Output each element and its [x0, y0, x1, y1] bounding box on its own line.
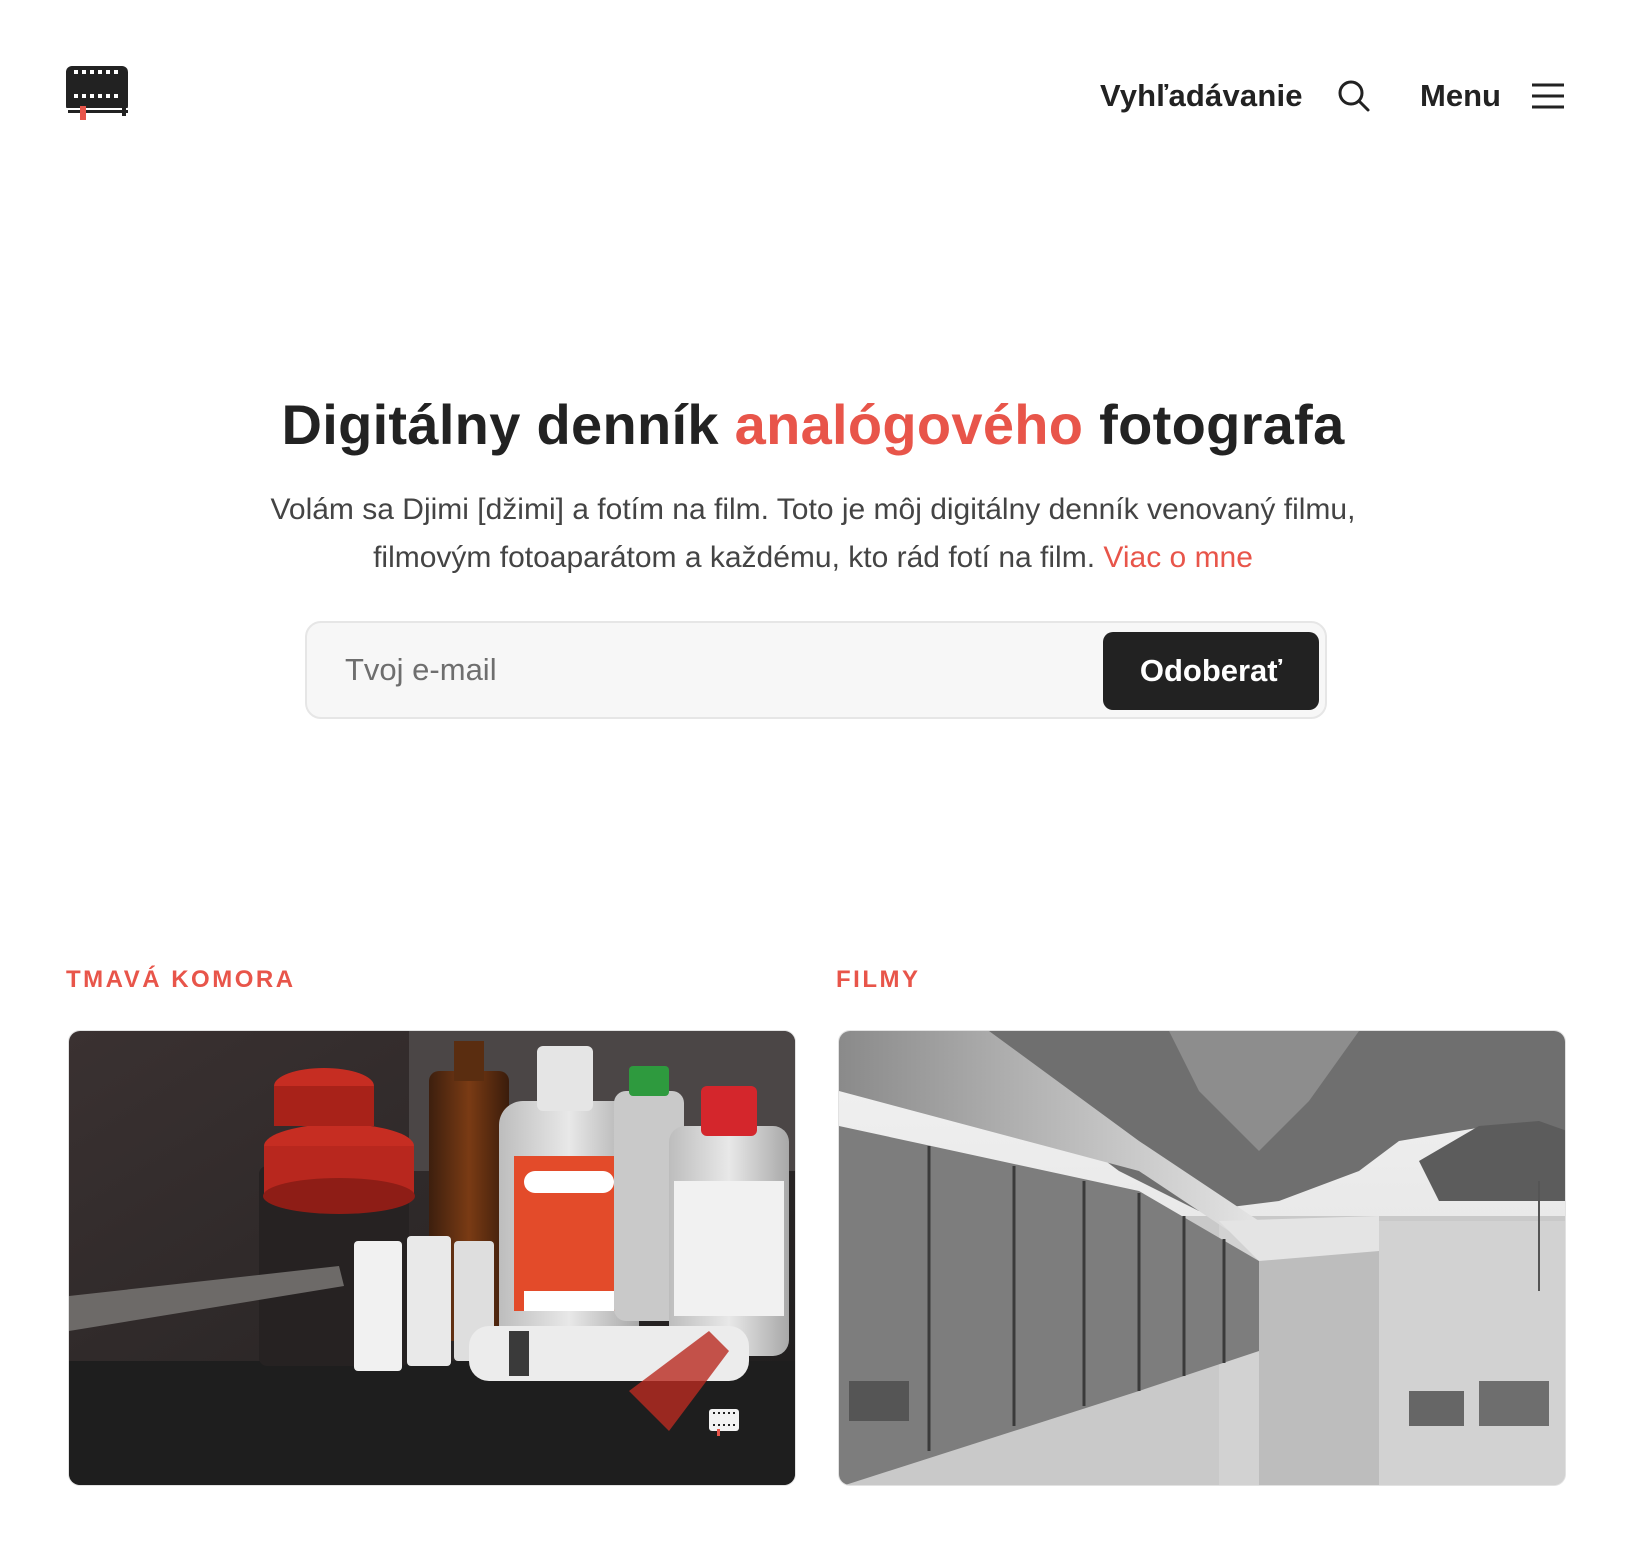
search-toggle[interactable]: Vyhľadávanie — [1100, 78, 1371, 114]
hero-description: Volám sa Djimi [džimi] a fotím na film. … — [213, 486, 1413, 582]
site-header: Vyhľadávanie Menu — [0, 0, 1626, 200]
menu-label: Menu — [1420, 78, 1501, 113]
post-category-link[interactable]: TMAVÁ KOMORA — [66, 966, 796, 1002]
email-input[interactable] — [329, 639, 1069, 701]
site-logo[interactable] — [64, 62, 132, 124]
post-card: TMAVÁ KOMORA — [66, 966, 796, 1486]
airport-terminal-bw-photo[interactable] — [838, 1030, 1566, 1486]
hero-title-start: Digitálny denník — [281, 393, 735, 456]
post-card: FILMY — [836, 966, 1566, 1486]
hero-title: Digitálny denník analógového fotografa — [0, 392, 1626, 457]
subscribe-button[interactable]: Odoberať — [1103, 632, 1319, 710]
search-label: Vyhľadávanie — [1100, 78, 1303, 113]
about-me-link[interactable]: Viac o mne — [1103, 541, 1253, 574]
search-icon — [1337, 79, 1371, 113]
darkroom-chemicals-photo[interactable] — [68, 1030, 796, 1486]
newsletter-form: Odoberať — [305, 621, 1327, 719]
hamburger-icon — [1531, 81, 1565, 111]
menu-toggle[interactable]: Menu — [1420, 78, 1565, 114]
post-category-link[interactable]: FILMY — [836, 966, 1566, 1002]
hero-title-end: fotografa — [1083, 393, 1345, 456]
hero-title-accent: analógového — [734, 393, 1084, 456]
